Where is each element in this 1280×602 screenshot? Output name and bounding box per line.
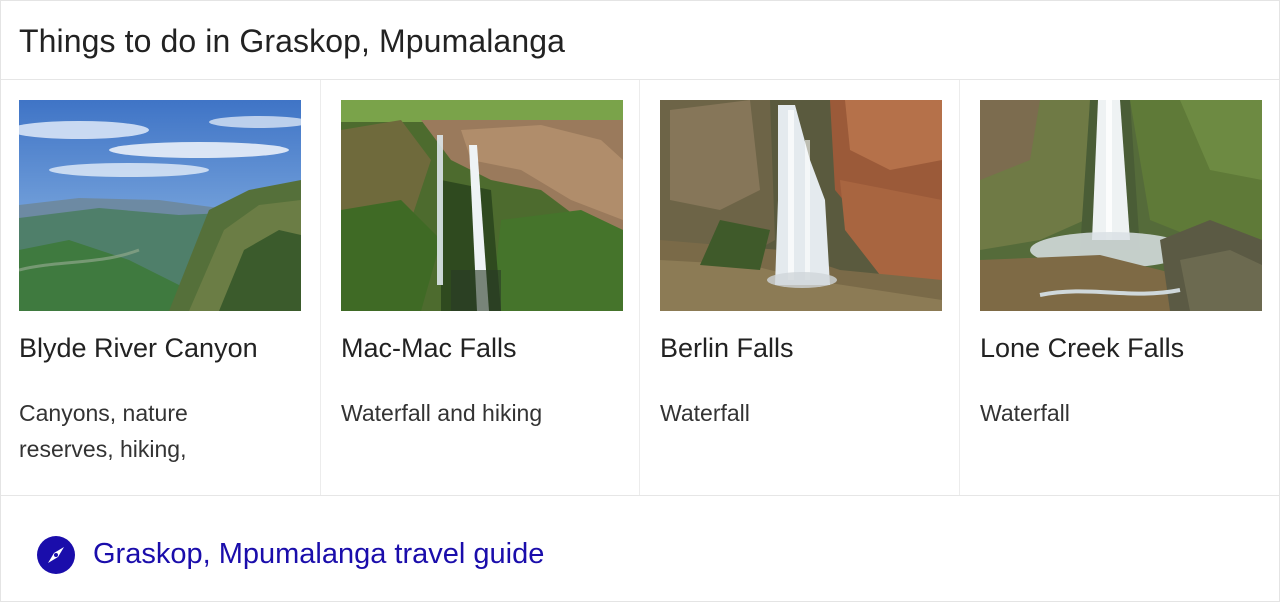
attraction-description: Waterfall [980,400,1070,426]
attraction-description: Waterfall and hiking [341,400,543,426]
attraction-image[interactable] [660,100,942,311]
attraction-image[interactable] [341,100,623,311]
waterfall-image [341,100,623,311]
attractions-row: Blyde River Canyon Canyons, nature reser… [1,80,1279,496]
canyon-landscape-image [19,100,301,311]
attraction-card-berlin-falls[interactable]: Berlin Falls Waterfall [639,80,960,495]
attraction-name: Blyde River Canyon [19,333,258,363]
card-header: Things to do in Graskop, Mpumalanga [1,1,1279,80]
attraction-description: Canyons, nature reserves, hiking, [19,400,188,462]
travel-guide-link-row[interactable]: Graskop, Mpumalanga travel guide [1,496,1279,601]
attraction-card-blyde-river-canyon[interactable]: Blyde River Canyon Canyons, nature reser… [1,80,320,495]
travel-guide-link[interactable]: Graskop, Mpumalanga travel guide [93,538,544,571]
attraction-name: Mac-Mac Falls [341,333,517,363]
attraction-description: Waterfall [660,400,750,426]
attraction-image[interactable] [19,100,301,311]
compass-icon [37,536,75,574]
waterfall-image [980,100,1262,311]
attraction-name: Lone Creek Falls [980,333,1185,363]
attraction-name: Berlin Falls [660,333,794,363]
attraction-card-lone-creek-falls[interactable]: Lone Creek Falls Waterfall [959,80,1280,495]
attraction-card-mac-mac-falls[interactable]: Mac-Mac Falls Waterfall and hiking [320,80,640,495]
card-title: Things to do in Graskop, Mpumalanga [19,23,566,59]
things-to-do-card: Things to do in Graskop, Mpumalanga Blyd… [0,0,1280,602]
waterfall-image [660,100,942,311]
attraction-image[interactable] [980,100,1262,311]
